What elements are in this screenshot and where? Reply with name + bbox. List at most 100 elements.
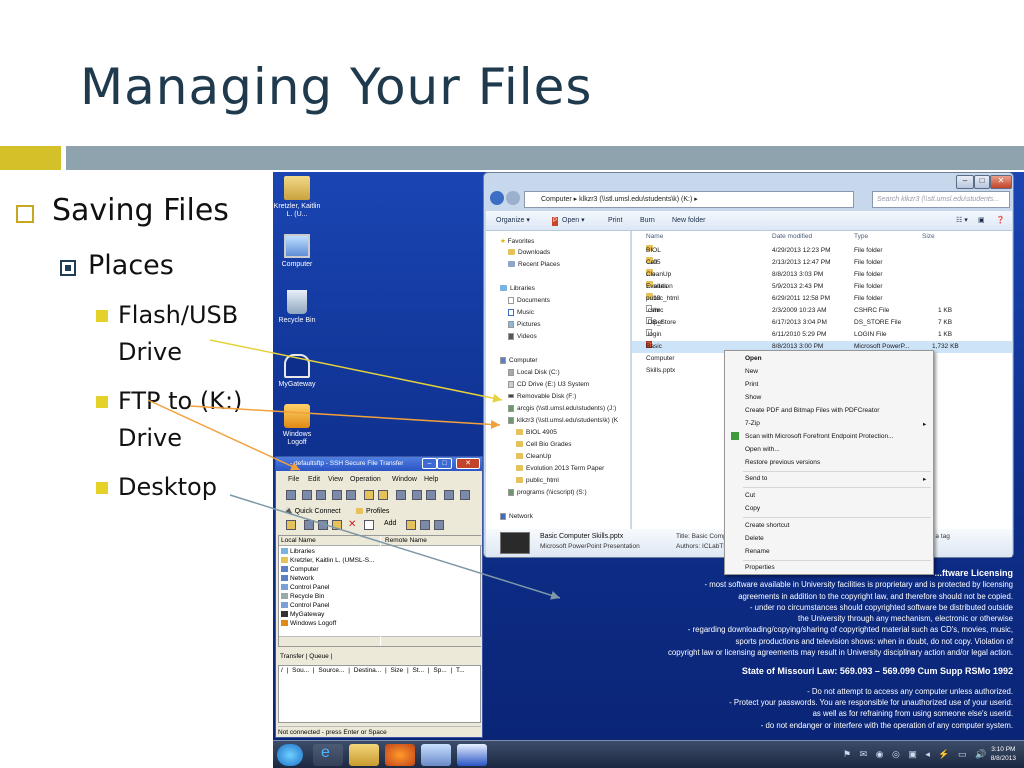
home-icon[interactable] bbox=[304, 520, 314, 530]
forward-arrow-icon[interactable] bbox=[506, 191, 520, 205]
ssh-menu-window[interactable]: Window bbox=[392, 474, 417, 486]
window-icon[interactable] bbox=[444, 490, 454, 500]
upload-icon[interactable] bbox=[426, 490, 436, 500]
menu-open-with[interactable]: Open with... bbox=[745, 446, 780, 453]
nav-network[interactable]: Network bbox=[500, 513, 533, 520]
local-item[interactable]: Libraries bbox=[281, 547, 315, 556]
help-icon[interactable]: ❓ bbox=[996, 211, 1005, 231]
nav-programs-drive[interactable]: programs (\\icscript) (S:) bbox=[508, 489, 587, 496]
organize-button[interactable]: Organize ▾ bbox=[496, 211, 530, 231]
menu-rename[interactable]: Rename bbox=[745, 548, 770, 555]
menu-send-to[interactable]: Send to bbox=[745, 475, 767, 482]
menu-7zip[interactable]: 7-Zip bbox=[745, 420, 760, 427]
file-row[interactable]: CleanUp 8/8/2013 3:03 PM File folder bbox=[632, 269, 1012, 281]
local-name-header[interactable]: Local Name bbox=[279, 536, 380, 546]
ssh-menu-help[interactable]: Help bbox=[424, 474, 438, 486]
nav-music[interactable]: Music bbox=[508, 309, 534, 316]
menu-properties[interactable]: Properties bbox=[745, 564, 775, 571]
print-button[interactable]: Print bbox=[608, 211, 622, 231]
menu-new[interactable]: New bbox=[745, 368, 758, 375]
ssh-menu-operation[interactable]: Operation bbox=[350, 474, 381, 486]
nav-removable-disk[interactable]: Removable Disk (F:) bbox=[508, 393, 576, 400]
remote-scrollbar[interactable] bbox=[381, 636, 482, 646]
menu-delete[interactable]: Delete bbox=[745, 535, 764, 542]
search-input[interactable]: Search klkzr3 (\\stl.umsl.edu\students..… bbox=[872, 191, 1010, 208]
nav-k-cellbio[interactable]: Cell Bio Grades bbox=[516, 441, 572, 448]
menu-print[interactable]: Print bbox=[745, 381, 758, 388]
maximize-button[interactable]: □ bbox=[974, 175, 990, 189]
settings-icon[interactable] bbox=[396, 490, 406, 500]
file-row[interactable]: .login 6/11/2010 5:29 PM LOGIN File 1 KB bbox=[632, 329, 1012, 341]
file-row[interactable]: BIOL 4905 4/29/2013 12:23 PM File folder bbox=[632, 245, 1012, 266]
ssh-close-button[interactable]: ✕ bbox=[456, 458, 480, 469]
file-row[interactable]: .DS_Store 6/17/2013 3:04 PM DS_STORE File 7… bbox=[632, 317, 1012, 329]
desktop-icon-user[interactable]: Kretzler, Kaitlin L. (U... bbox=[273, 176, 321, 219]
nav-local-disk[interactable]: Local Disk (C:) bbox=[508, 369, 560, 376]
local-item[interactable]: Network bbox=[281, 574, 314, 583]
nav-computer[interactable]: Computer bbox=[500, 357, 538, 364]
ssh-menu-edit[interactable]: Edit bbox=[308, 474, 320, 486]
local-item[interactable]: Computer bbox=[281, 565, 319, 574]
nav-k-public-html[interactable]: public_html bbox=[516, 477, 559, 484]
dropdown-icon[interactable] bbox=[364, 520, 374, 530]
print-icon[interactable] bbox=[302, 490, 312, 500]
file-row[interactable]: .cshrc 2/3/2009 10:23 AM CSHRC File 1 KB bbox=[632, 305, 1012, 317]
menu-restore-versions[interactable]: Restore previous versions bbox=[745, 459, 820, 466]
file-row[interactable]: Cell Bio Grades2/13/2013 12:47 PMFile fo… bbox=[632, 257, 1012, 290]
new-folder-icon[interactable] bbox=[332, 520, 342, 530]
file-row[interactable]: Evolution 2013 Term Paper 5/9/2013 2:43 P… bbox=[632, 281, 1012, 326]
desktop-icon-recycle[interactable]: Recycle Bin bbox=[273, 290, 321, 325]
menu-show[interactable]: Show bbox=[745, 394, 761, 401]
close-button[interactable]: ✕ bbox=[990, 175, 1012, 189]
ssh-minimize-button[interactable]: – bbox=[422, 458, 437, 469]
minimize-button[interactable]: – bbox=[956, 175, 974, 189]
add-button[interactable]: Add bbox=[384, 520, 396, 527]
new-folder-button[interactable]: New folder bbox=[672, 211, 705, 231]
firefox-icon[interactable] bbox=[385, 744, 415, 766]
nav-videos[interactable]: Videos bbox=[508, 333, 537, 340]
column-name[interactable]: Name bbox=[646, 231, 663, 242]
home-icon[interactable] bbox=[420, 520, 430, 530]
open-button[interactable]: Open ▾ bbox=[562, 211, 585, 231]
preview-pane-icon[interactable]: ▣ bbox=[978, 211, 985, 231]
ssh-menu-file[interactable]: File bbox=[288, 474, 299, 486]
column-size[interactable]: Size bbox=[922, 231, 935, 242]
new-folder-icon[interactable] bbox=[378, 490, 388, 500]
address-bar[interactable]: Computer ▸ klkzr3 (\\stl.umsl.edu\studen… bbox=[524, 191, 854, 208]
nav-arcgis-drive[interactable]: arcgis (\\stl.umsl.edu\students) (J:) bbox=[508, 405, 616, 412]
nav-documents[interactable]: Documents bbox=[508, 297, 550, 304]
ssh-taskbar-icon[interactable] bbox=[457, 744, 487, 766]
menu-scan-forefront[interactable]: Scan with Microsoft Forefront Endpoint P… bbox=[745, 433, 893, 440]
tab-queue[interactable]: Queue bbox=[309, 653, 329, 660]
sort-icon[interactable] bbox=[460, 490, 470, 500]
ssh-menu-view[interactable]: View bbox=[328, 474, 343, 486]
folder-up-icon[interactable] bbox=[286, 520, 296, 530]
desktop-icon-mygateway[interactable]: MyGateway bbox=[273, 354, 321, 389]
column-type[interactable]: Type bbox=[854, 231, 868, 242]
burn-button[interactable]: Burn bbox=[640, 211, 655, 231]
nav-k-biol[interactable]: BIOL 4905 bbox=[516, 429, 557, 436]
local-item[interactable]: Control Panel bbox=[281, 583, 329, 592]
find-icon[interactable] bbox=[316, 490, 326, 500]
local-item[interactable]: Control Panel bbox=[281, 601, 329, 610]
folder-icon[interactable] bbox=[406, 520, 416, 530]
menu-create-pdf[interactable]: Create PDF and Bitmap Files with PDFCrea… bbox=[745, 407, 879, 414]
save-icon[interactable] bbox=[286, 490, 296, 500]
start-button[interactable] bbox=[277, 744, 303, 766]
refresh-icon[interactable] bbox=[434, 520, 444, 530]
ssh-maximize-button[interactable]: □ bbox=[437, 458, 452, 469]
menu-create-shortcut[interactable]: Create shortcut bbox=[745, 522, 789, 529]
local-scrollbar[interactable] bbox=[279, 636, 380, 646]
tab-transfer[interactable]: Transfer bbox=[280, 653, 304, 660]
nav-libraries[interactable]: Libraries bbox=[500, 285, 535, 292]
column-date[interactable]: Date modified bbox=[772, 231, 812, 242]
ie-icon[interactable]: e bbox=[313, 744, 343, 766]
nav-pictures[interactable]: Pictures bbox=[508, 321, 540, 328]
menu-cut[interactable]: Cut bbox=[745, 492, 755, 499]
system-tray-icons[interactable]: ⚑ ✉ ◉ ◎ ▣ ◂ ⚡ ▭ 🔊 bbox=[843, 749, 989, 760]
delete-icon[interactable]: ✕ bbox=[348, 519, 356, 530]
nav-k-drive[interactable]: klkzr3 (\\stl.umsl.edu\students\k) (K bbox=[508, 417, 618, 424]
refresh-icon[interactable] bbox=[318, 520, 328, 530]
local-item[interactable]: Kretzler, Kaitlin L. (UMSL-S... bbox=[281, 556, 375, 565]
file-row[interactable]: public_html 6/29/2011 12:58 PM File folder bbox=[632, 293, 1012, 305]
